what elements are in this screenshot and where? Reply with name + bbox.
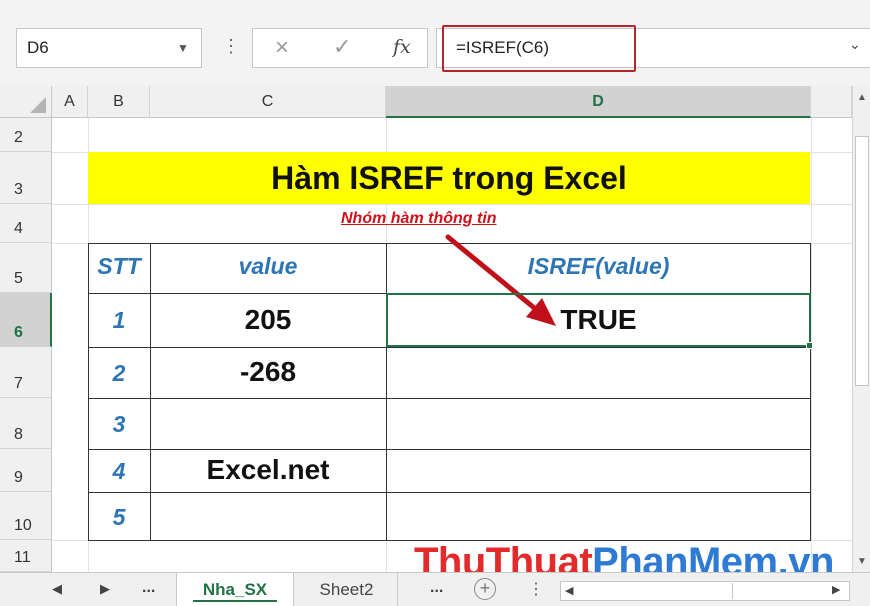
add-sheet-icon[interactable]: + bbox=[474, 578, 496, 600]
cancel-icon[interactable]: × bbox=[275, 34, 289, 62]
name-box[interactable]: D6 bbox=[16, 28, 202, 68]
formula-bar: D6 ▼ ⋮ × ✓ fx =ISREF(C6) ⌄ bbox=[0, 0, 870, 86]
tab-sheet2[interactable]: Sheet2 bbox=[296, 573, 398, 606]
vertical-scroll-thumb[interactable] bbox=[855, 136, 869, 386]
tab-scroll-left-icon[interactable]: ◀ bbox=[52, 581, 62, 597]
insert-function-icon[interactable]: fx bbox=[393, 36, 411, 58]
vertical-scrollbar[interactable]: ▲ ▼ bbox=[852, 86, 870, 572]
active-cell-d6[interactable] bbox=[386, 293, 811, 347]
formula-text: =ISREF(C6) bbox=[456, 38, 550, 57]
tab-more-left[interactable]: ... bbox=[142, 579, 155, 597]
expand-formula-icon[interactable]: ⌄ bbox=[849, 36, 861, 53]
horizontal-scrollbar[interactable]: ◀ bbox=[560, 581, 850, 601]
formula-bar-dots-icon[interactable]: ⋮ bbox=[222, 36, 240, 57]
split-handle-icon[interactable]: ⋮ bbox=[528, 579, 544, 599]
worksheet-grid: A B C D 2 3 4 5 6 7 8 9 10 11 Hàm ISREF … bbox=[0, 86, 852, 584]
scroll-right-icon[interactable]: ▶ bbox=[832, 583, 840, 596]
tab-scroll-right-icon[interactable]: ▶ bbox=[100, 581, 110, 597]
fill-handle[interactable] bbox=[806, 342, 813, 349]
scroll-up-icon[interactable]: ▲ bbox=[857, 92, 867, 103]
name-box-value: D6 bbox=[27, 38, 49, 57]
sheet-tab-bar: ◀ ▶ ... Nha_SX Sheet2 ... + ⋮ ◀ ▶ bbox=[0, 572, 870, 606]
tab-more-right[interactable]: ... bbox=[430, 579, 443, 597]
horizontal-scroll-thumb[interactable] bbox=[583, 583, 733, 599]
name-box-dropdown-icon[interactable]: ▼ bbox=[177, 41, 189, 55]
scroll-left-icon[interactable]: ◀ bbox=[565, 584, 573, 597]
scroll-down-icon[interactable]: ▼ bbox=[857, 556, 867, 567]
tab-nha-sx[interactable]: Nha_SX bbox=[176, 573, 294, 606]
enter-icon[interactable]: ✓ bbox=[333, 34, 351, 60]
formula-buttons: × ✓ fx bbox=[252, 28, 428, 68]
